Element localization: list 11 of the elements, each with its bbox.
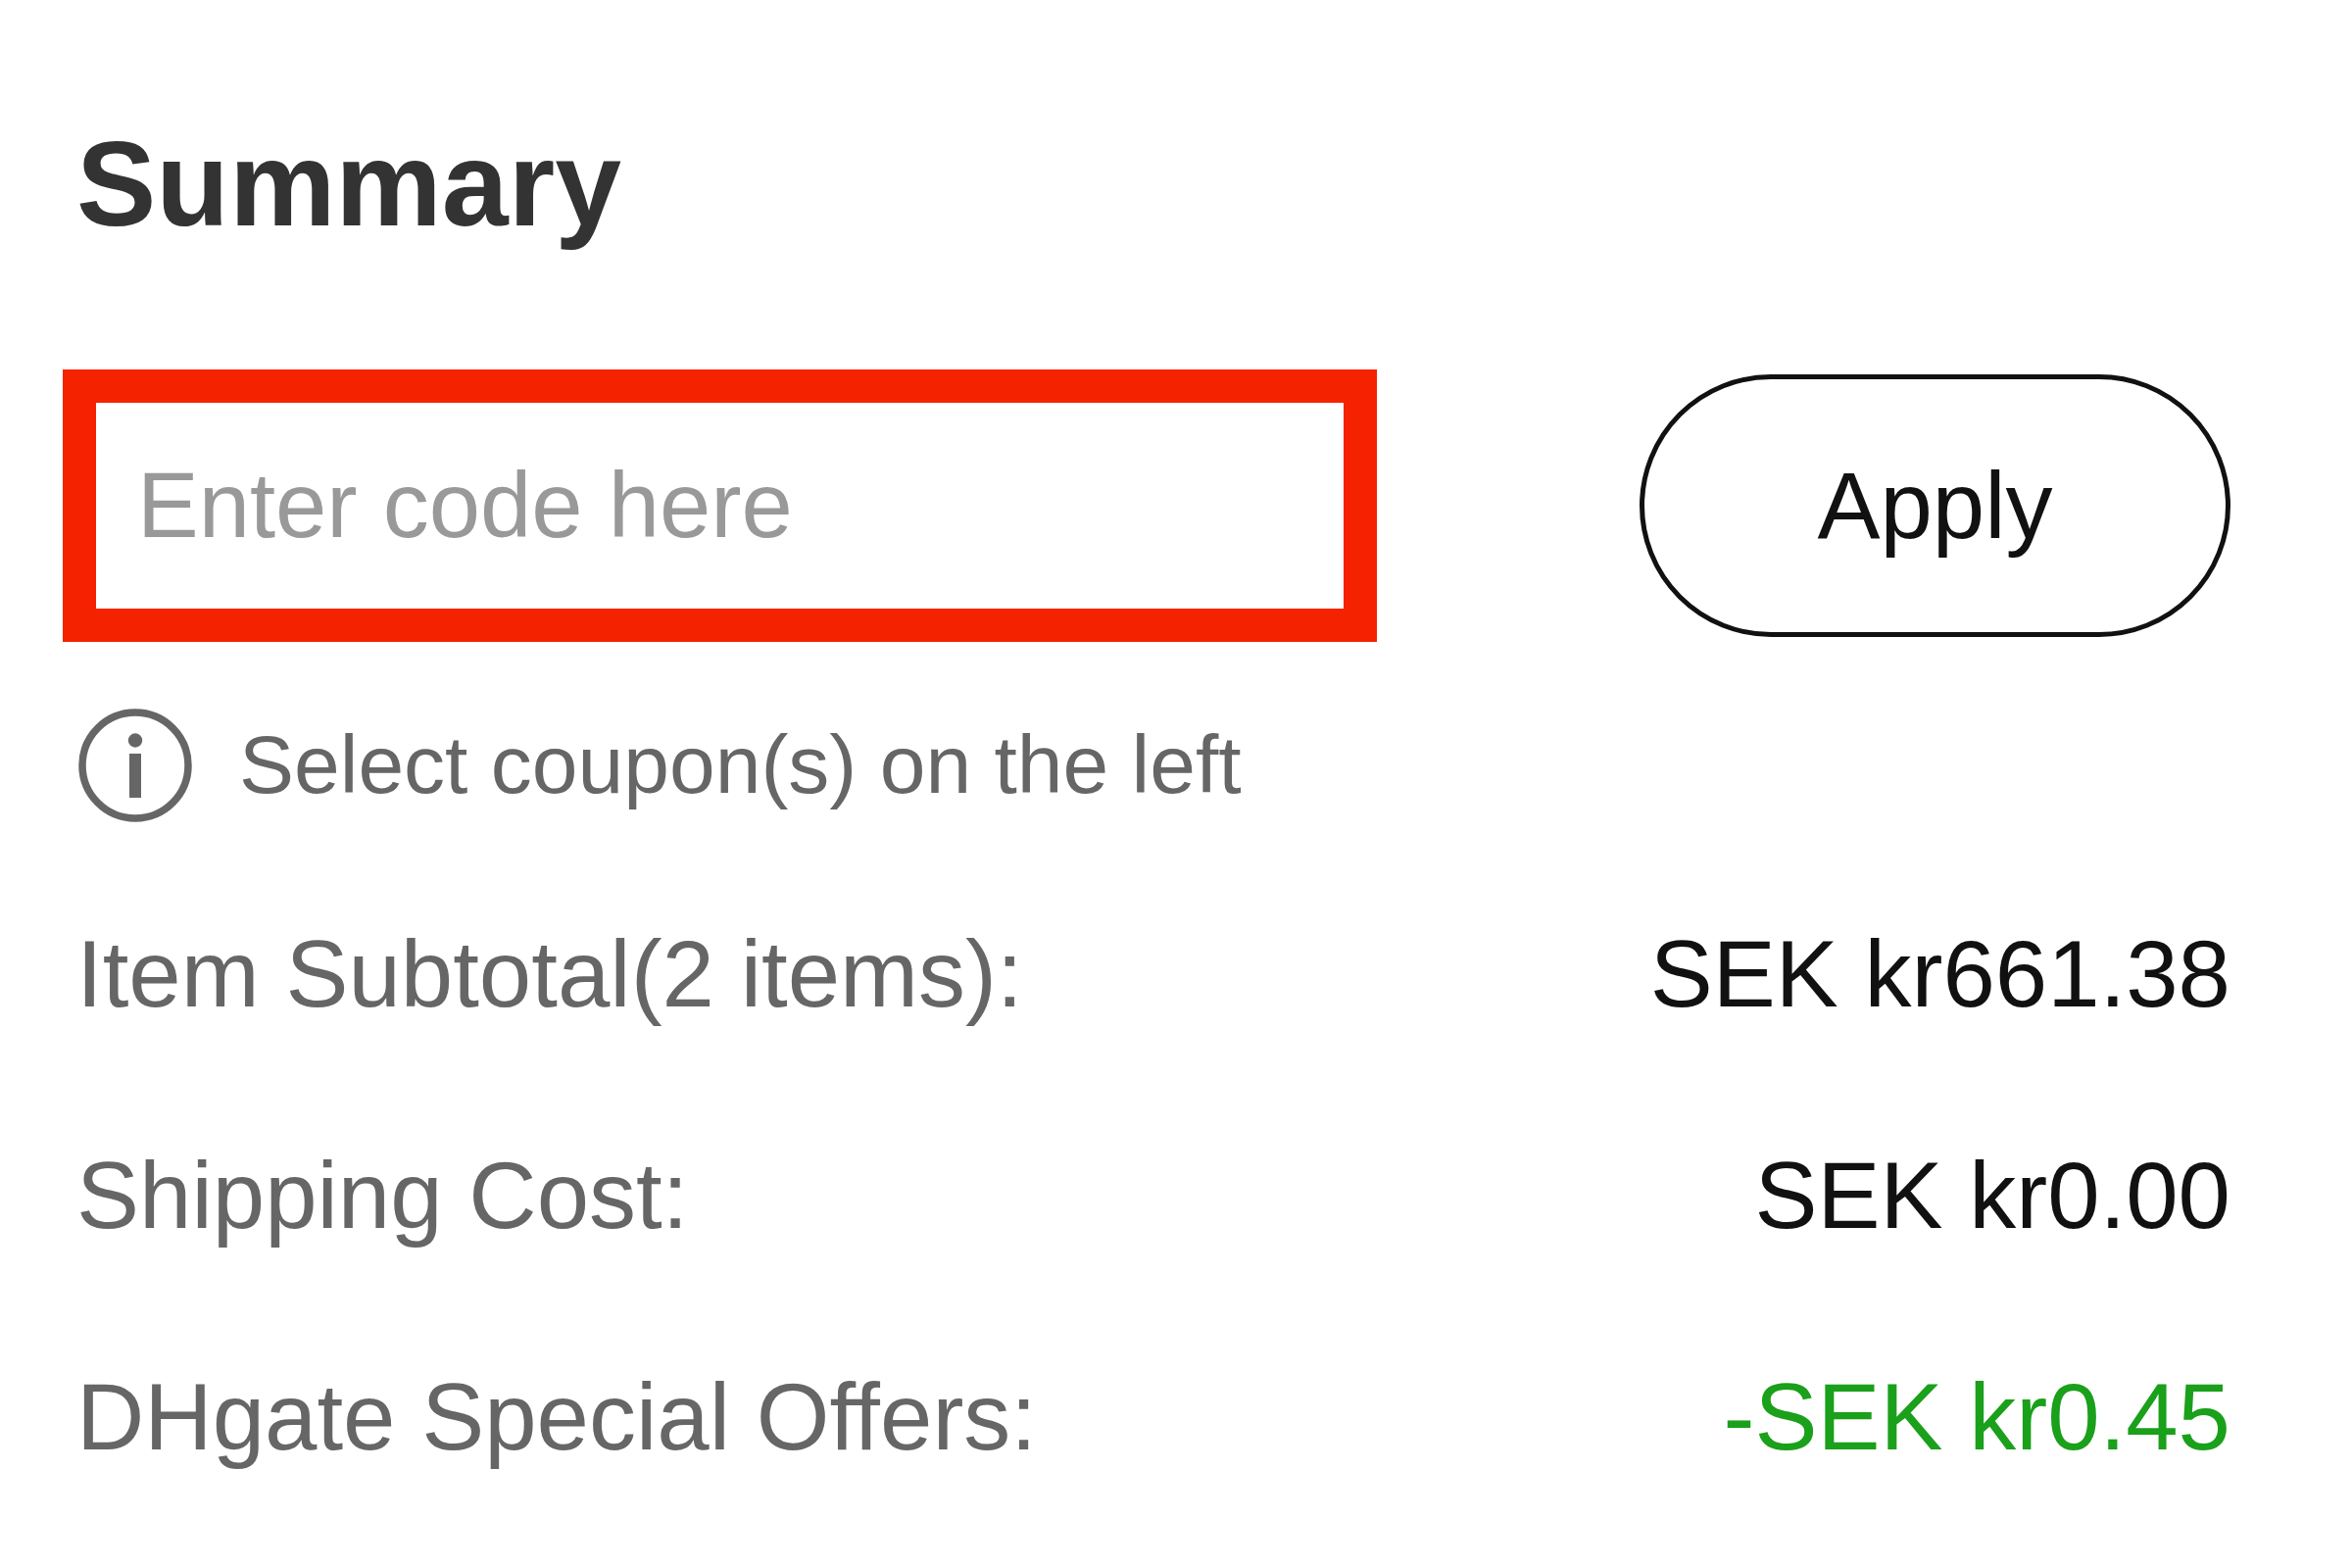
coupon-code-field[interactable]: Enter code here [63, 368, 1377, 642]
summary-label: DHgate Special Offers: [76, 1362, 1037, 1471]
summary-title: Summary [76, 117, 623, 253]
summary-value: SEK kr0.00 [1754, 1141, 2230, 1250]
apply-button[interactable]: Apply [1640, 373, 2230, 637]
coupon-hint: Select coupon(s) on the left [239, 717, 1242, 812]
summary-value: -SEK kr0.45 [1723, 1362, 2230, 1471]
summary-label: Item Subtotal(2 items): [76, 919, 1023, 1028]
summary-label: Shipping Cost: [76, 1141, 689, 1250]
info-icon [76, 706, 194, 824]
summary-value: SEK kr661.38 [1649, 919, 2230, 1028]
